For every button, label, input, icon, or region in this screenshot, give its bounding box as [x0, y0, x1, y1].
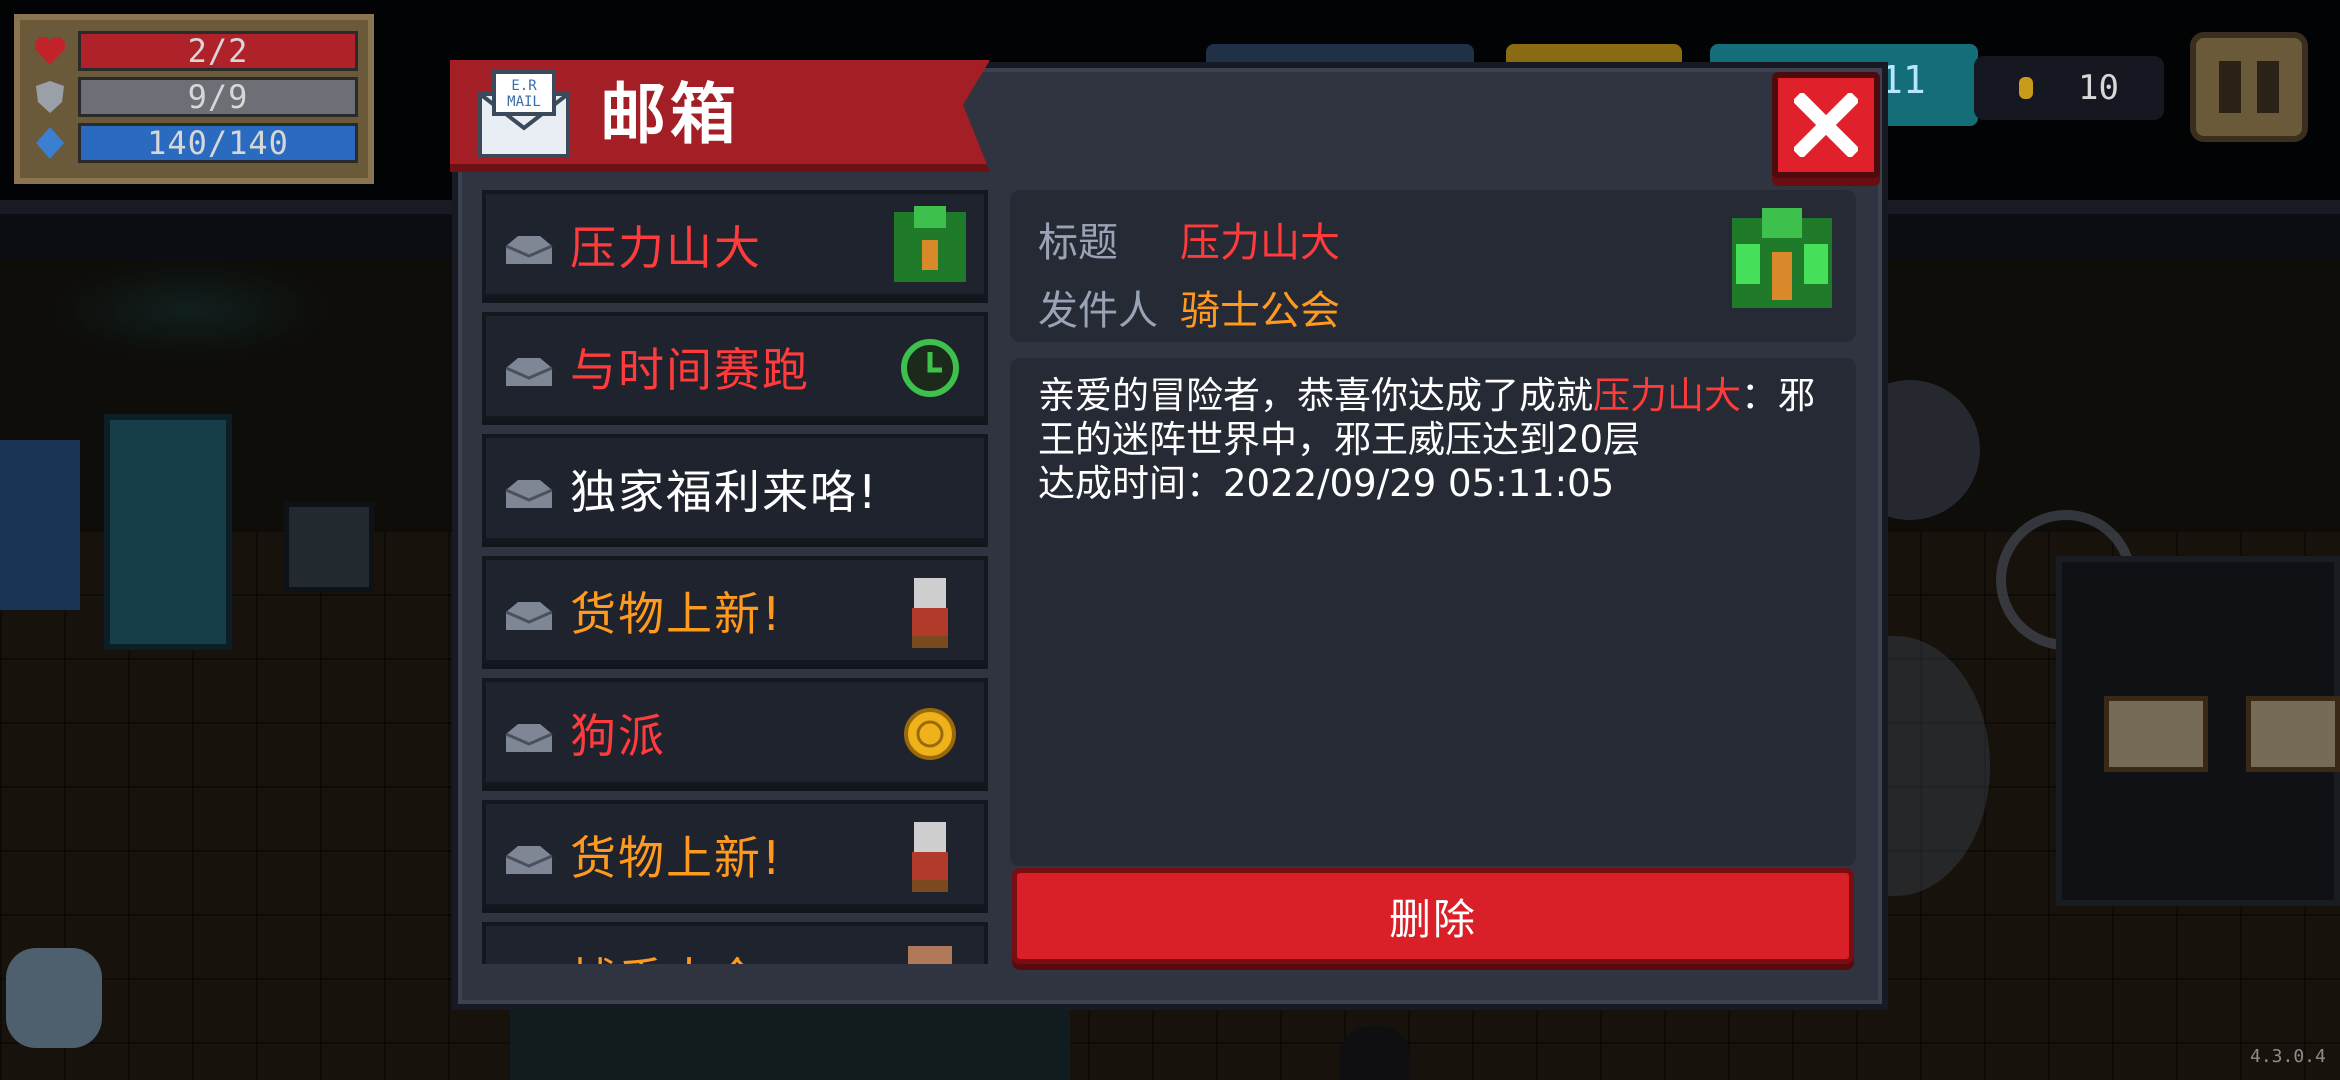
merchant-icon — [912, 822, 948, 892]
mail-detail-body: 亲爱的冒险者，恭喜你达成了成就压力山大：邪王的迷阵世界中，邪王威压达到20层 达… — [1010, 358, 1856, 866]
mail-subject: 压力山大 — [570, 221, 762, 275]
mail-list[interactable]: 压力山大 与时间赛跑 独家福利来咯! 货物上新! 狗派 货物上新! 捕手大全 — [482, 190, 988, 964]
envelope-icon — [505, 724, 553, 752]
coin-box: 10 — [1974, 56, 2164, 120]
mail-item[interactable]: 货物上新! — [482, 556, 988, 664]
green-boss-icon — [1732, 208, 1832, 308]
energy-bar: 140/140 — [78, 123, 358, 163]
mail-item[interactable]: 货物上新! — [482, 800, 988, 908]
svg-text:MAIL: MAIL — [507, 94, 541, 110]
mail-body-text: 亲爱的冒险者，恭喜你达成了成就压力山大：邪王的迷阵世界中，邪王威压达到20层 达… — [1038, 374, 1838, 506]
mail-subject: 与时间赛跑 — [570, 343, 810, 397]
mail-icon: E.R MAIL — [474, 64, 574, 164]
mail-item[interactable]: 狗派 — [482, 678, 988, 786]
version-label: 4.3.0.4 — [2250, 1046, 2326, 1067]
player-stats-panel: 2/2 9/9 140/140 — [14, 14, 374, 184]
coin-icon — [2019, 77, 2034, 99]
mail-subject: 独家福利来咯! — [570, 465, 879, 519]
pause-button[interactable] — [2190, 32, 2308, 142]
close-button[interactable] — [1772, 72, 1880, 178]
title-key: 标题 — [1038, 220, 1118, 266]
pause-icon — [2219, 61, 2241, 113]
body-time: 达成时间：2022/09/29 05:11:05 — [1038, 462, 1615, 505]
envelope-icon — [505, 846, 553, 874]
delete-button[interactable]: 删除 — [1012, 868, 1854, 964]
hp-bar: 2/2 — [78, 31, 358, 71]
character-icon — [908, 946, 952, 964]
title-value: 压力山大 — [1180, 220, 1340, 266]
mail-subject: 货物上新! — [570, 587, 783, 641]
mail-item[interactable]: 独家福利来咯! — [482, 434, 988, 542]
svg-text:E.R: E.R — [511, 78, 537, 94]
dialog-title: 邮箱 — [600, 76, 740, 153]
mail-item[interactable]: 压力山大 — [482, 190, 988, 298]
merchant-icon — [912, 578, 948, 648]
mail-item[interactable]: 捕手大全 — [482, 922, 988, 964]
armor-bar: 9/9 — [78, 77, 358, 117]
mail-subject: 捕手大全 — [570, 950, 762, 964]
shield-icon — [30, 80, 70, 114]
mail-subject: 货物上新! — [570, 831, 783, 885]
sender-value: 骑士公会 — [1180, 288, 1340, 334]
green-boss-icon — [894, 206, 966, 282]
heart-icon — [30, 34, 70, 68]
envelope-icon — [505, 358, 553, 386]
envelope-icon — [505, 236, 553, 264]
envelope-icon — [505, 480, 553, 508]
energy-icon — [30, 126, 70, 160]
gold-coin-icon — [904, 708, 956, 760]
body-prefix: 亲爱的冒险者，恭喜你达成了成就 — [1038, 374, 1593, 417]
envelope-icon — [505, 602, 553, 630]
mail-detail-header: 标题 压力山大 发件人 骑士公会 — [1010, 190, 1856, 342]
clock-icon — [901, 339, 959, 397]
body-highlight: 压力山大 — [1593, 374, 1741, 417]
close-icon — [1794, 93, 1858, 157]
sender-key: 发件人 — [1038, 288, 1158, 334]
mail-subject: 狗派 — [570, 709, 666, 763]
mail-item[interactable]: 与时间赛跑 — [482, 312, 988, 420]
coin-count: 10 — [2078, 68, 2119, 108]
